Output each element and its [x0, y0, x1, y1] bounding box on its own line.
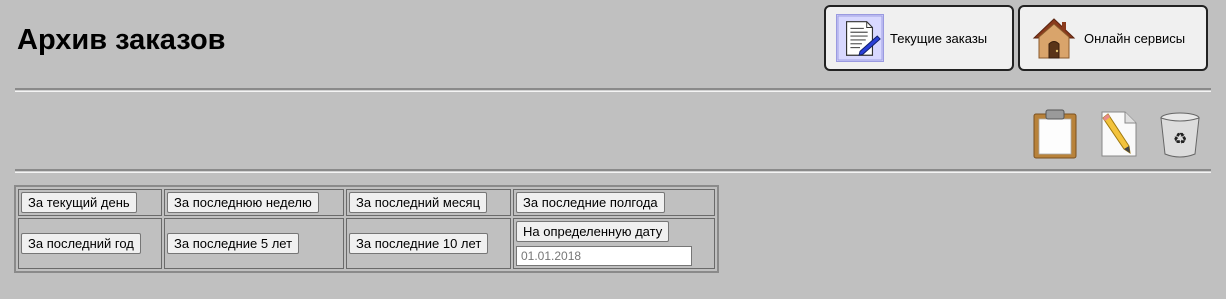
recycle-bin-icon[interactable]: ♻ [1156, 108, 1204, 160]
header-divider [15, 88, 1211, 92]
current-orders-button[interactable]: Текущие заказы [824, 5, 1014, 71]
period-month-button[interactable]: За последний месяц [349, 192, 488, 213]
period-today-button[interactable]: За текущий день [21, 192, 137, 213]
table-row: За текущий день За последнюю неделю За п… [18, 189, 715, 216]
online-services-label: Онлайн сервисы [1084, 30, 1186, 46]
table-cell: На определенную дату [513, 218, 715, 269]
table-cell: За последние 10 лет [346, 218, 511, 269]
period-five-years-button[interactable]: За последние 5 лет [167, 233, 300, 254]
period-filter-table: За текущий день За последнюю неделю За п… [14, 185, 719, 273]
svg-text:♻: ♻ [1173, 129, 1187, 148]
page-title: Архив заказов [17, 24, 226, 56]
period-week-button[interactable]: За последнюю неделю [167, 192, 319, 213]
edit-pencil-icon[interactable] [1095, 108, 1143, 160]
table-cell: За последние 5 лет [164, 218, 344, 269]
clipboard-icon[interactable] [1031, 108, 1079, 160]
toolbar-divider [15, 169, 1211, 173]
period-year-button[interactable]: За последний год [21, 233, 141, 254]
table-row: За последний год За последние 5 лет За п… [18, 218, 715, 269]
period-half-year-button[interactable]: За последние полгода [516, 192, 665, 213]
table-cell: За текущий день [18, 189, 162, 216]
table-cell: За последнюю неделю [164, 189, 344, 216]
period-specific-date-button[interactable]: На определенную дату [516, 221, 670, 242]
table-cell: За последние полгода [513, 189, 715, 216]
house-icon [1032, 18, 1076, 59]
period-ten-years-button[interactable]: За последние 10 лет [349, 233, 489, 254]
table-cell: За последний месяц [346, 189, 511, 216]
table-cell: За последний год [18, 218, 162, 269]
document-pen-icon [836, 14, 884, 62]
current-orders-label: Текущие заказы [890, 30, 988, 46]
date-field[interactable] [516, 246, 692, 266]
online-services-button[interactable]: Онлайн сервисы [1018, 5, 1208, 71]
